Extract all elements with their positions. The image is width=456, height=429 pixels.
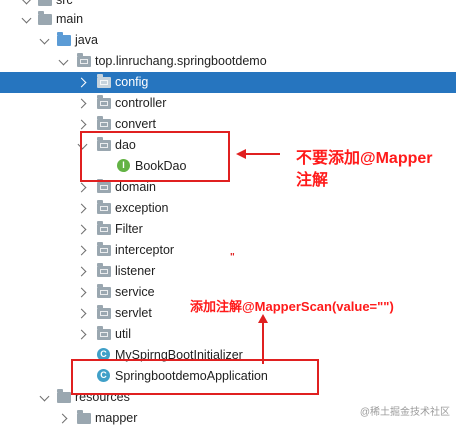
tree-label-java: java bbox=[75, 33, 98, 47]
tree-label-package-item: listener bbox=[115, 264, 156, 278]
chevron-down-icon[interactable] bbox=[38, 32, 52, 48]
tree-label-package-item: controller bbox=[115, 96, 167, 110]
chevron-right-icon[interactable] bbox=[76, 305, 90, 321]
tree-label-package: top.linruchang.springbootdemo bbox=[95, 54, 267, 68]
folder-icon bbox=[38, 0, 52, 6]
source-folder-icon bbox=[57, 32, 71, 46]
package-icon bbox=[77, 53, 91, 67]
tree-label-package-item: servlet bbox=[115, 306, 152, 320]
stray-mark: " bbox=[230, 252, 235, 263]
tree-row-filter[interactable]: Filter bbox=[0, 219, 456, 240]
chevron-down-icon[interactable] bbox=[57, 53, 71, 69]
package-icon bbox=[97, 116, 111, 130]
tree-label-package-item: config bbox=[115, 75, 149, 89]
tree-label-src: src bbox=[56, 0, 73, 7]
package-icon bbox=[97, 242, 111, 256]
tree-row-config[interactable]: config bbox=[0, 72, 456, 93]
tree-row-exception[interactable]: exception bbox=[0, 198, 456, 219]
chevron-right-icon[interactable] bbox=[76, 116, 90, 132]
chevron-down-icon[interactable] bbox=[38, 389, 52, 405]
tree-row-controller[interactable]: controller bbox=[0, 93, 456, 114]
package-icon bbox=[97, 200, 111, 214]
highlight-box-application bbox=[71, 359, 319, 395]
tree-label-package-item: convert bbox=[115, 117, 156, 131]
tree-label-package-item: exception bbox=[115, 201, 169, 215]
chevron-right-icon[interactable] bbox=[76, 200, 90, 216]
tree-label-package-item: util bbox=[115, 327, 131, 341]
chevron-right-icon[interactable] bbox=[76, 263, 90, 279]
note-app: 添加注解@MapperScan(value="") bbox=[190, 299, 394, 314]
folder-icon bbox=[77, 410, 91, 424]
chevron-right-icon[interactable] bbox=[76, 242, 90, 258]
note-dao-line1: 不要添加@Mapper bbox=[296, 150, 433, 167]
resources-folder-icon bbox=[57, 389, 71, 403]
package-icon bbox=[97, 284, 111, 298]
package-icon bbox=[97, 74, 111, 88]
highlight-box-dao bbox=[80, 131, 230, 182]
arrow-up-icon bbox=[258, 314, 268, 323]
tree-row-package[interactable]: top.linruchang.springbootdemo bbox=[0, 51, 456, 72]
tree-row-java[interactable]: java bbox=[0, 30, 456, 51]
tree-label-package-item: domain bbox=[115, 180, 156, 194]
folder-icon bbox=[38, 11, 52, 25]
chevron-right-icon[interactable] bbox=[76, 221, 90, 237]
package-icon bbox=[97, 221, 111, 235]
chevron-right-icon[interactable] bbox=[76, 95, 90, 111]
tree-row-interceptor[interactable]: interceptor bbox=[0, 240, 456, 261]
tree-label-package-item: service bbox=[115, 285, 155, 299]
tree-label-package-item: interceptor bbox=[115, 243, 175, 257]
package-icon bbox=[97, 305, 111, 319]
arrow-line bbox=[244, 153, 280, 155]
tree-label-main: main bbox=[56, 12, 84, 26]
watermark: @稀土掘金技术社区 bbox=[359, 407, 450, 418]
chevron-right-icon[interactable] bbox=[76, 284, 90, 300]
tree-row-util[interactable]: util bbox=[0, 324, 456, 345]
tree-row-main[interactable]: main bbox=[0, 9, 456, 30]
note-dao-line2: 注解 bbox=[296, 172, 329, 189]
package-icon bbox=[97, 263, 111, 277]
package-icon bbox=[97, 326, 111, 340]
chevron-down-icon[interactable] bbox=[20, 0, 34, 8]
chevron-down-icon[interactable] bbox=[20, 11, 34, 27]
arrow-line-vertical bbox=[262, 322, 264, 364]
tree-row-listener[interactable]: listener bbox=[0, 261, 456, 282]
tree-label-mapper: mapper bbox=[95, 411, 138, 425]
package-icon bbox=[97, 179, 111, 193]
chevron-right-icon[interactable] bbox=[76, 74, 90, 90]
package-icon bbox=[97, 95, 111, 109]
tree-label-package-item: Filter bbox=[115, 222, 143, 236]
chevron-right-icon[interactable] bbox=[76, 326, 90, 342]
